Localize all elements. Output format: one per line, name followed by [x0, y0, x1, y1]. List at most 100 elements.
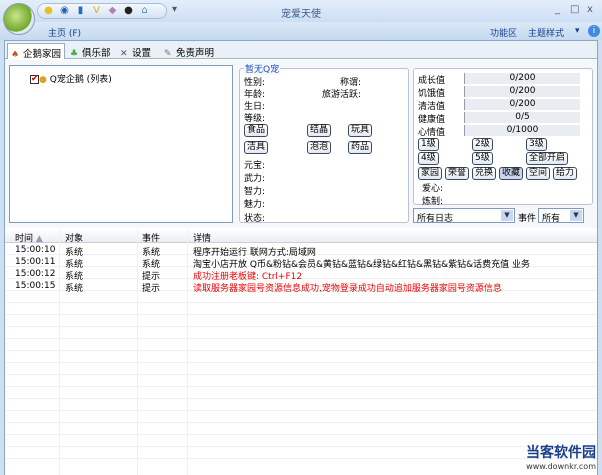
event-filter-value: 所有	[542, 214, 561, 224]
main-frame: ♠ 企鹅家园 ♣ 俱乐部 ✕ 设置 ✎ 免责声明 ✔● Q宠企鹅 (列表) 暂无Q宠 性…	[4, 40, 598, 475]
table-row[interactable]: 15:00:10 系统 系统 程序开始运行 联网方式:局域网	[5, 243, 597, 258]
qq-penguin-icon[interactable]: ●	[122, 5, 135, 17]
home-button[interactable]: 家园	[418, 167, 443, 180]
log-table: 时间 ▲ 对象 事件 详情 15:00:10 系统 系统 程序开始运行 联网方式:局域…	[5, 229, 597, 475]
chevron-down-icon[interactable]: ▼	[570, 210, 582, 221]
exchange-button[interactable]: 兑换	[472, 167, 497, 180]
space-button[interactable]: 空间	[526, 167, 551, 180]
app-menu-button[interactable]	[3, 3, 35, 35]
open-all-button[interactable]: 全部开启	[526, 152, 569, 165]
charm-label: 魅力:	[244, 200, 266, 210]
maximize-button[interactable]: □	[570, 4, 579, 15]
love-label: 爱心:	[422, 184, 444, 194]
mood-label: 心情值	[418, 128, 446, 138]
function-area-button[interactable]: 功能区	[490, 26, 517, 39]
empty-row	[5, 423, 597, 435]
medicine-button[interactable]: 药品	[348, 141, 373, 154]
theme-dropdown-icon[interactable]: ▾	[575, 26, 580, 36]
log-filter-value: 所有日志	[417, 214, 454, 224]
pet-icon: ●	[39, 75, 47, 85]
ribbon: 主页 (F) 功能区 主题样式 ▾ i	[0, 22, 602, 40]
minimize-button[interactable]: _	[555, 4, 560, 15]
bulb-icon[interactable]: ●	[42, 5, 55, 17]
watermark-logo: 当客软件园 www.downkr.com	[526, 445, 596, 471]
empty-row	[5, 315, 597, 327]
tab-label: 企鹅家园	[23, 49, 62, 60]
growth-bar: 0/200	[464, 73, 580, 84]
empty-row	[5, 447, 597, 459]
home-icon[interactable]: ⌂	[138, 5, 151, 17]
crystal-button[interactable]: 结晶	[307, 124, 332, 137]
level-2-button[interactable]: 2级	[472, 138, 493, 151]
penguin-icon: ♠	[11, 50, 20, 60]
tab-settings[interactable]: ✕ 设置	[117, 43, 154, 59]
log-header: 时间 ▲ 对象 事件 详情	[5, 229, 597, 244]
info-icon[interactable]: i	[588, 25, 600, 37]
tree-icon: ♣	[70, 49, 79, 59]
growth-label: 成长值	[418, 76, 446, 86]
level-3-button[interactable]: 3级	[526, 138, 547, 151]
level-1-button[interactable]: 1级	[418, 138, 439, 151]
ingot-label: 元宝:	[244, 161, 266, 171]
boost-button[interactable]: 给力	[553, 167, 578, 180]
scroll-icon: ✎	[164, 49, 172, 59]
tree-item-pet-list[interactable]: ✔● Q宠企鹅 (列表)	[30, 72, 112, 85]
hunger-label: 饥饿值	[418, 89, 446, 99]
honor-button[interactable]: 荣誉	[445, 167, 470, 180]
tab-home[interactable]: 主页 (F)	[48, 26, 81, 39]
tab-label: 俱乐部	[82, 48, 111, 59]
cell-time: 15:00:15	[15, 281, 56, 291]
food-button[interactable]: 食品	[244, 124, 269, 137]
tab-disclaimer[interactable]: ✎ 免责声明	[161, 43, 217, 59]
table-row[interactable]: 15:00:12 系统 提示 成功注册老板键: Ctrl+F12	[5, 267, 597, 282]
title-bar: 宠爱天使 ● ◉ ▮ V ◆ ● ⌂ ▾ _ □ x	[0, 0, 602, 22]
empty-row	[5, 399, 597, 411]
strength-label: 武力:	[244, 174, 266, 184]
table-row[interactable]: 15:00:11 系统 系统 淘宝小店开放 Q币&粉钻&会员&黄钻&蓝钻&绿钻&红钻&…	[5, 255, 597, 270]
tool-icon[interactable]: ▮	[74, 5, 87, 17]
table-row[interactable]: 15:00:15 系统 提示 读取服务器家园号资源信息成功,宠物登录成功自动追加服务器…	[5, 279, 597, 294]
collection-button[interactable]: 收藏	[499, 167, 524, 180]
toy-button[interactable]: 玩具	[348, 124, 373, 137]
health-label: 健康值	[418, 115, 446, 125]
event-filter-select[interactable]: 所有 ▼	[538, 208, 584, 224]
log-filter-select[interactable]: 所有日志 ▼	[413, 208, 515, 224]
v-icon[interactable]: V	[90, 5, 103, 17]
tab-club[interactable]: ♣ 俱乐部	[67, 43, 114, 59]
level-4-button[interactable]: 4级	[418, 152, 439, 165]
clean-bar: 0/200	[464, 99, 580, 110]
gift-icon[interactable]: ◆	[106, 5, 119, 17]
level-5-button[interactable]: 5级	[472, 152, 493, 165]
empty-row	[5, 327, 597, 339]
pet-tree[interactable]: ✔● Q宠企鹅 (列表)	[9, 65, 233, 223]
tab-bar: ♠ 企鹅家园 ♣ 俱乐部 ✕ 设置 ✎ 免责声明	[5, 41, 597, 60]
cleaning-button[interactable]: 洁具	[244, 141, 269, 154]
customize-toolbar-icon[interactable]: ▾	[172, 4, 177, 15]
bubble-button[interactable]: 泡泡	[307, 141, 332, 154]
hunger-bar: 0/200	[464, 86, 580, 97]
empty-row	[5, 435, 597, 447]
intelligence-label: 智力:	[244, 187, 266, 197]
mood-bar: 0/1000	[464, 125, 580, 136]
empty-row	[5, 363, 597, 375]
clean-label: 清洁值	[418, 102, 446, 112]
empty-row	[5, 303, 597, 315]
globe-icon[interactable]: ◉	[58, 5, 71, 17]
cell-time: 15:00:11	[15, 257, 56, 267]
penguin-home-panel: ✔● Q宠企鹅 (列表) 暂无Q宠 性别: 年龄: 生日: 等级: 称谓: 旅游…	[5, 60, 597, 228]
close-button[interactable]: x	[587, 4, 593, 15]
tab-label: 免责声明	[176, 48, 215, 59]
empty-row	[5, 291, 597, 303]
empty-row	[5, 411, 597, 423]
tab-label: 设置	[132, 48, 152, 59]
checkbox[interactable]: ✔	[30, 75, 39, 84]
tree-item-label: Q宠企鹅 (列表)	[49, 75, 112, 85]
tools-icon: ✕	[120, 49, 128, 59]
chevron-down-icon[interactable]: ▼	[501, 210, 513, 221]
theme-style-menu[interactable]: 主题样式	[528, 26, 564, 39]
log-rows: 15:00:10 系统 系统 程序开始运行 联网方式:局域网 15:00:11 系统 系统淘…	[5, 243, 597, 459]
group-label: 暂无Q宠	[244, 62, 281, 75]
empty-row	[5, 339, 597, 351]
tab-penguin-home[interactable]: ♠ 企鹅家园	[7, 43, 66, 60]
quick-access-toolbar: ● ◉ ▮ V ◆ ● ⌂	[37, 3, 167, 19]
